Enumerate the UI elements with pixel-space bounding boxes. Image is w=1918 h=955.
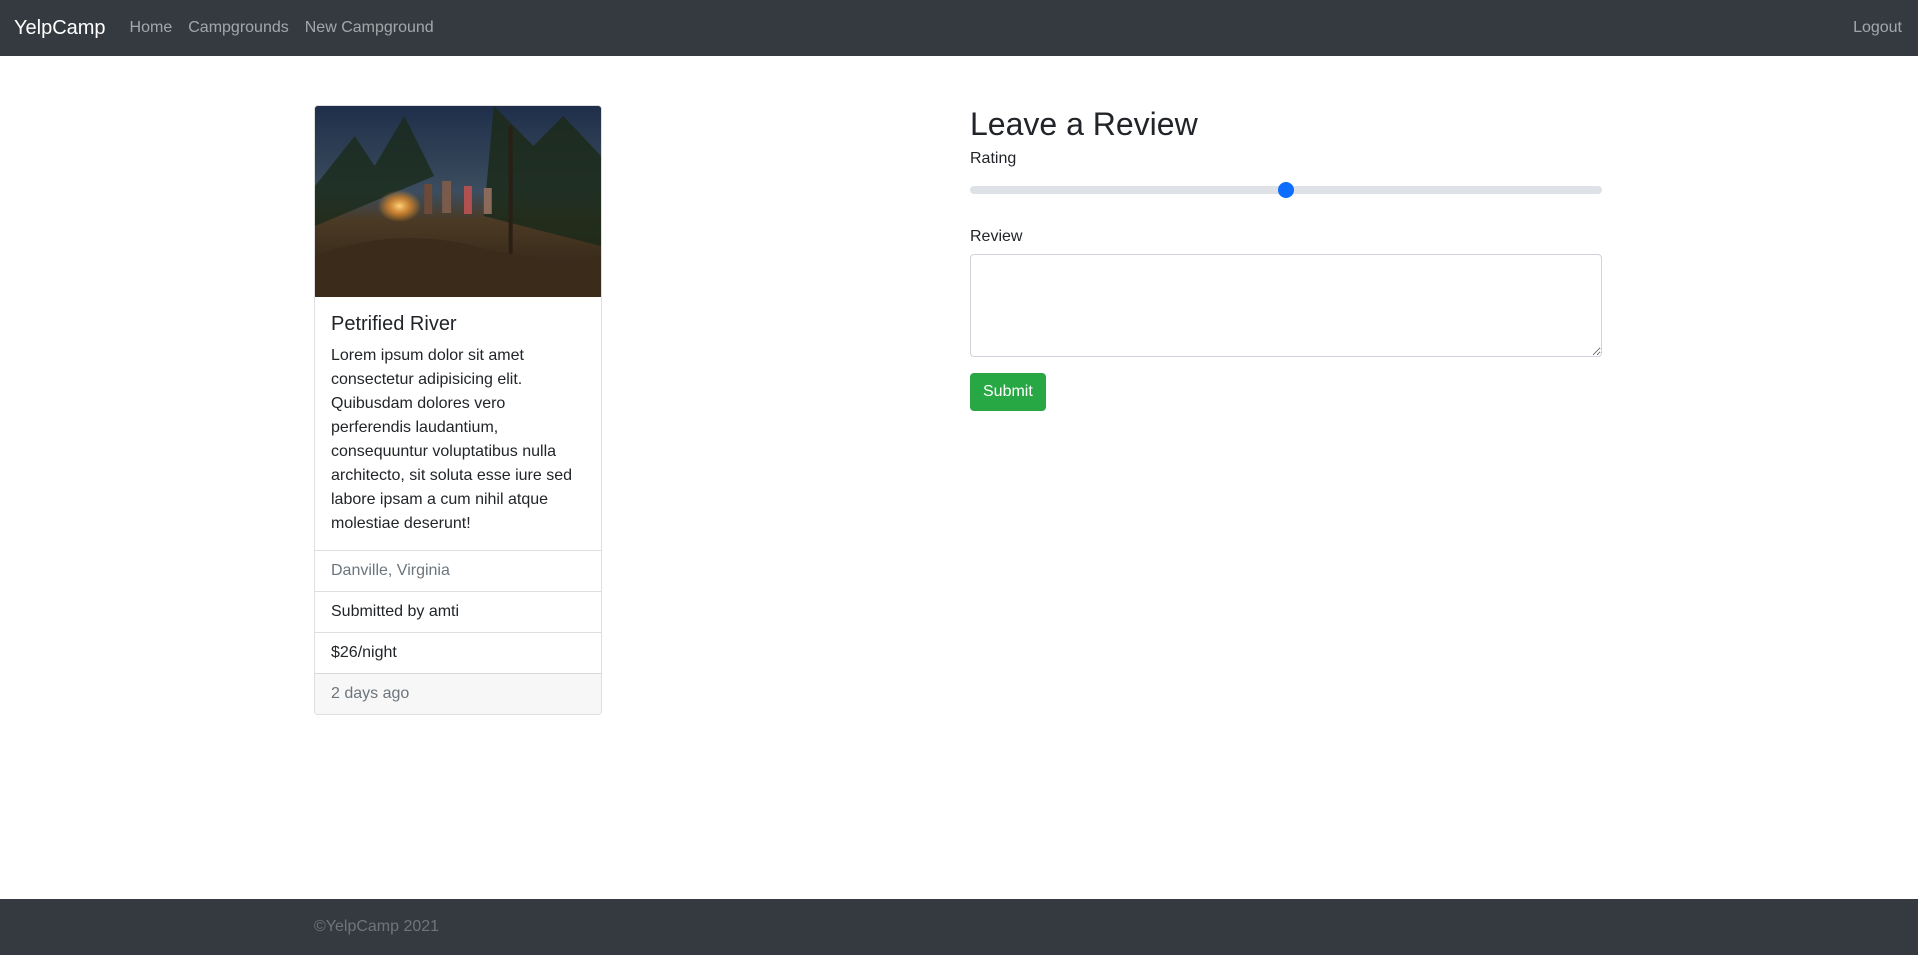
navbar: YelpCamp Home Campgrounds New Campground… bbox=[0, 0, 1918, 56]
campground-author: Submitted by amti bbox=[315, 591, 601, 632]
nav-campgrounds-link[interactable]: Campgrounds bbox=[188, 19, 289, 37]
review-heading: Leave a Review bbox=[970, 106, 1198, 142]
logout-link[interactable]: Logout bbox=[1853, 19, 1902, 37]
campground-description: Lorem ipsum dolor sit amet consectetur a… bbox=[331, 347, 573, 532]
review-textarea[interactable] bbox=[970, 254, 1602, 357]
campground-title: Petrified River bbox=[331, 313, 457, 335]
nav-links: Home Campgrounds New Campground bbox=[130, 19, 434, 37]
rating-slider[interactable] bbox=[970, 176, 1602, 200]
card-body: Petrified River Lorem ipsum dolor sit am… bbox=[315, 297, 601, 550]
nav-home-link[interactable]: Home bbox=[130, 19, 173, 37]
rating-label: Rating bbox=[970, 150, 1017, 167]
brand-link[interactable]: YelpCamp bbox=[14, 17, 106, 40]
review-label: Review bbox=[970, 228, 1023, 245]
campground-card: Petrified River Lorem ipsum dolor sit am… bbox=[314, 105, 602, 715]
footer: ©YelpCamp 2021 bbox=[0, 899, 1918, 955]
rating-slider-thumb[interactable] bbox=[1278, 182, 1294, 198]
campground-location: Danville, Virginia bbox=[315, 550, 601, 591]
footer-copyright: ©YelpCamp 2021 bbox=[314, 918, 440, 935]
review-form: Leave a Review Rating Review Submit bbox=[970, 104, 1602, 411]
campground-posted-date: 2 days ago bbox=[315, 673, 601, 714]
submit-button[interactable]: Submit bbox=[970, 373, 1046, 411]
nav-new-campground-link[interactable]: New Campground bbox=[305, 19, 434, 37]
campground-image bbox=[315, 106, 601, 297]
campground-price: $26/night bbox=[315, 632, 601, 673]
